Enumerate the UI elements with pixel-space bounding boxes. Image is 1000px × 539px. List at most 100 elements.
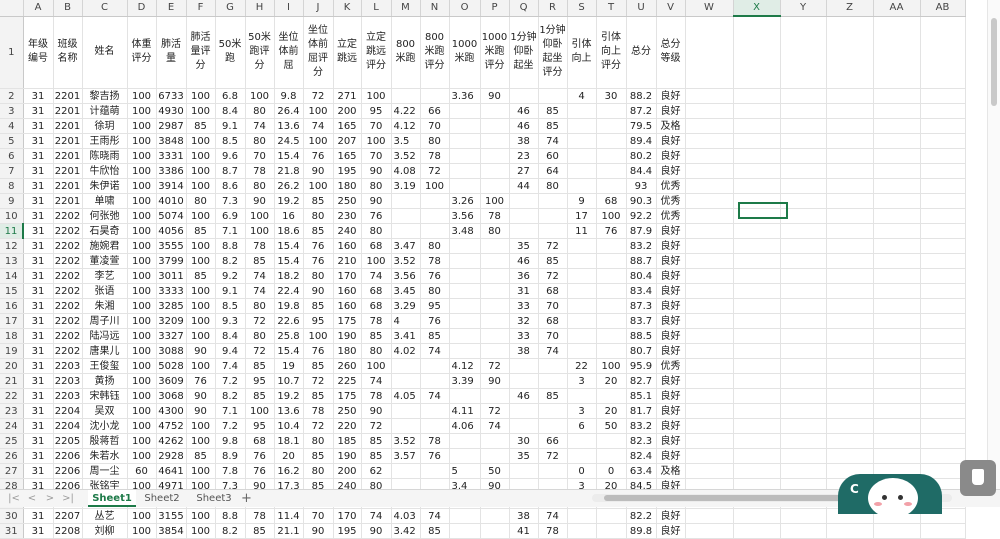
table-cell[interactable]: 3.52 <box>391 253 421 269</box>
table-cell[interactable]: 良好 <box>656 418 686 434</box>
table-cell[interactable]: 100 <box>186 238 216 254</box>
table-cell[interactable]: 100 <box>361 253 392 269</box>
table-cell[interactable]: 23 <box>509 148 539 164</box>
table-cell[interactable]: 8.2 <box>215 253 246 269</box>
table-cell[interactable]: 76 <box>420 268 450 284</box>
table-cell[interactable] <box>733 268 781 284</box>
table-cell[interactable] <box>480 253 510 269</box>
table-cell[interactable]: 80.2 <box>626 148 657 164</box>
row-header[interactable]: 21 <box>0 373 24 389</box>
table-cell[interactable]: 100 <box>127 388 157 404</box>
table-cell[interactable]: 18.2 <box>274 268 304 284</box>
table-cell[interactable] <box>449 148 481 164</box>
table-cell[interactable]: 100 <box>303 328 334 344</box>
table-cell[interactable]: 17 <box>567 208 597 224</box>
table-cell[interactable]: 76 <box>361 208 392 224</box>
table-cell[interactable] <box>780 343 827 359</box>
table-cell[interactable]: 8.8 <box>215 508 246 524</box>
table-cell[interactable] <box>920 373 966 389</box>
table-cell[interactable]: 良好 <box>656 373 686 389</box>
table-cell[interactable]: 185 <box>333 433 362 449</box>
table-cell[interactable]: 100 <box>186 433 216 449</box>
table-cell[interactable] <box>685 88 734 104</box>
table-cell[interactable] <box>733 313 781 329</box>
table-cell[interactable]: 31 <box>23 253 54 269</box>
table-cell[interactable]: 良好 <box>656 403 686 419</box>
table-cell[interactable]: 朱湘 <box>82 298 128 314</box>
table-cell[interactable]: 25.8 <box>274 328 304 344</box>
table-cell[interactable]: 8.7 <box>215 163 246 179</box>
table-cell[interactable]: 8.6 <box>215 178 246 194</box>
header-cell[interactable]: 1000米跑 <box>449 16 481 89</box>
table-cell[interactable]: 85 <box>361 433 392 449</box>
table-cell[interactable]: 200 <box>333 463 362 479</box>
table-cell[interactable]: 2202 <box>53 298 83 314</box>
table-cell[interactable]: 2928 <box>156 448 187 464</box>
table-cell[interactable]: 72 <box>245 313 275 329</box>
table-cell[interactable] <box>733 508 781 524</box>
table-cell[interactable]: 3.5 <box>391 133 421 149</box>
table-cell[interactable]: 朱若水 <box>82 448 128 464</box>
table-cell[interactable]: 王俊玺 <box>82 358 128 374</box>
table-cell[interactable]: 3 <box>567 403 597 419</box>
table-cell[interactable]: 82.3 <box>626 433 657 449</box>
table-cell[interactable]: 3068 <box>156 388 187 404</box>
table-cell[interactable]: 74 <box>361 373 392 389</box>
table-cell[interactable] <box>567 388 597 404</box>
table-cell[interactable] <box>449 523 481 539</box>
table-cell[interactable] <box>780 373 827 389</box>
table-cell[interactable]: 100 <box>245 223 275 239</box>
column-header-w[interactable]: W <box>685 0 734 17</box>
row-header[interactable]: 30 <box>0 508 24 524</box>
table-cell[interactable] <box>780 358 827 374</box>
table-cell[interactable]: 100 <box>186 208 216 224</box>
table-cell[interactable] <box>391 373 421 389</box>
table-cell[interactable]: 2201 <box>53 133 83 149</box>
table-cell[interactable]: 周一尘 <box>82 463 128 479</box>
table-cell[interactable] <box>826 88 874 104</box>
table-cell[interactable]: 15.4 <box>274 253 304 269</box>
table-cell[interactable] <box>733 178 781 194</box>
table-cell[interactable]: 95 <box>303 313 334 329</box>
table-cell[interactable] <box>873 133 921 149</box>
table-cell[interactable] <box>538 358 568 374</box>
table-cell[interactable] <box>920 148 966 164</box>
table-cell[interactable] <box>780 433 827 449</box>
table-cell[interactable]: 3333 <box>156 283 187 299</box>
table-cell[interactable]: 100 <box>127 88 157 104</box>
column-header-s[interactable]: S <box>567 0 597 17</box>
table-cell[interactable]: 41 <box>509 523 539 539</box>
table-cell[interactable]: 100 <box>186 508 216 524</box>
table-cell[interactable]: 74 <box>420 343 450 359</box>
table-cell[interactable] <box>596 178 627 194</box>
table-cell[interactable]: 3386 <box>156 163 187 179</box>
table-cell[interactable]: 31 <box>23 268 54 284</box>
table-cell[interactable]: 72 <box>480 403 510 419</box>
table-cell[interactable]: 3848 <box>156 133 187 149</box>
table-cell[interactable]: 100 <box>127 418 157 434</box>
table-cell[interactable]: 丛艺 <box>82 508 128 524</box>
column-header-l[interactable]: L <box>361 0 392 17</box>
table-cell[interactable] <box>685 463 734 479</box>
header-cell[interactable]: 1分钟仰卧起坐 <box>509 16 539 89</box>
table-cell[interactable] <box>449 118 481 134</box>
table-cell[interactable]: 100 <box>127 358 157 374</box>
table-cell[interactable] <box>685 283 734 299</box>
table-cell[interactable]: 160 <box>333 298 362 314</box>
table-cell[interactable] <box>567 238 597 254</box>
table-cell[interactable]: 72 <box>245 343 275 359</box>
header-cell[interactable]: 50米跑评分 <box>245 16 275 89</box>
table-cell[interactable] <box>780 133 827 149</box>
table-cell[interactable]: 78 <box>245 238 275 254</box>
table-cell[interactable]: 3209 <box>156 313 187 329</box>
table-cell[interactable] <box>480 298 510 314</box>
table-cell[interactable]: 3.19 <box>391 178 421 194</box>
table-cell[interactable]: 3.56 <box>391 268 421 284</box>
table-cell[interactable] <box>733 208 781 224</box>
table-cell[interactable]: 31 <box>23 238 54 254</box>
table-cell[interactable]: 6733 <box>156 88 187 104</box>
table-cell[interactable] <box>780 298 827 314</box>
column-header-o[interactable]: O <box>449 0 481 17</box>
header-cell[interactable]: 1000米跑评分 <box>480 16 510 89</box>
table-cell[interactable] <box>873 433 921 449</box>
